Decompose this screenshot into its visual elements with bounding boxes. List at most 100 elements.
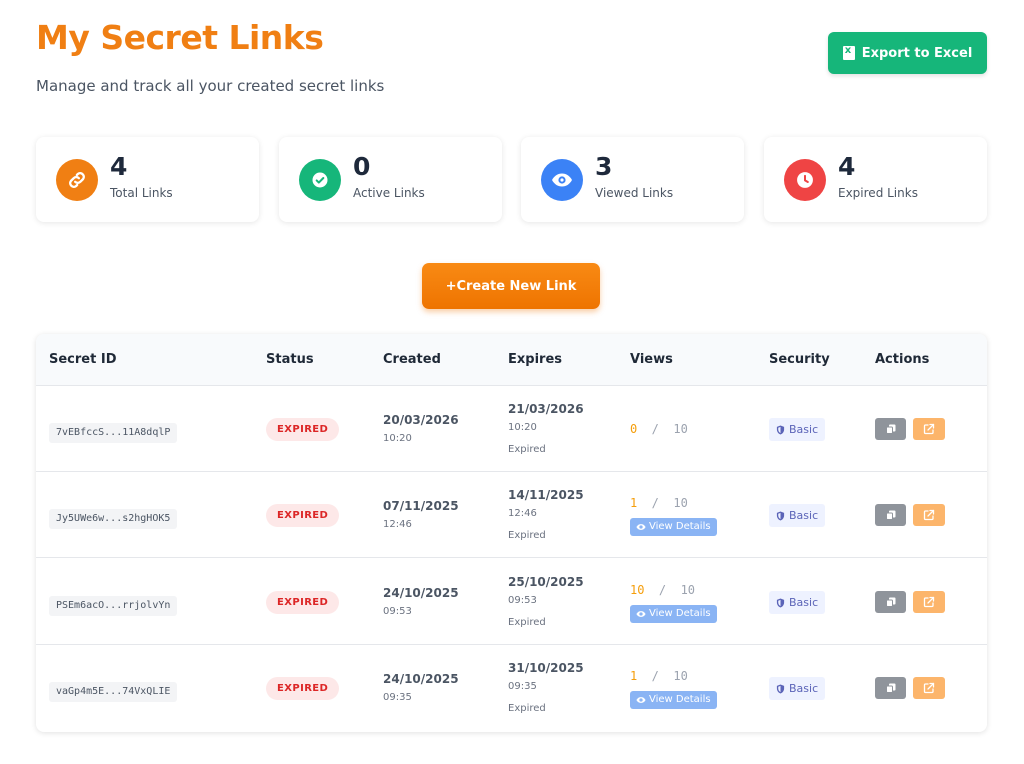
status-badge: EXPIRED — [266, 504, 340, 527]
table-row: vaGp4m5E...74VxQLIE EXPIRED 24/10/2025 09:3… — [36, 645, 987, 731]
external-link-icon — [923, 682, 935, 694]
created-date: 24/10/2025 — [383, 586, 459, 600]
column-header-expires: Expires — [508, 352, 562, 367]
expires-time: 12:46 — [508, 508, 537, 519]
open-link-button[interactable] — [913, 418, 945, 440]
shield-icon — [776, 684, 785, 693]
security-label: Basic — [789, 596, 819, 609]
view-details-label: View Details — [649, 694, 711, 705]
expires-time: 09:53 — [508, 595, 537, 606]
security-label: Basic — [789, 509, 819, 522]
copy-icon — [885, 510, 895, 520]
views-separator: / — [637, 669, 674, 683]
created-time: 12:46 — [383, 519, 412, 530]
views-max: 10 — [680, 583, 696, 597]
created-date: 20/03/2026 — [383, 413, 459, 427]
views-count: 1 / 10 — [630, 669, 688, 683]
external-link-icon — [923, 596, 935, 608]
views-count: 0 / 10 — [630, 422, 688, 436]
view-details-button[interactable]: View Details — [630, 691, 717, 709]
view-details-button[interactable]: View Details — [630, 518, 717, 536]
column-header-views: Views — [630, 352, 673, 367]
shield-icon — [776, 511, 785, 520]
page-subtitle: Manage and track all your created secret… — [36, 77, 385, 95]
expires-note: Expired — [508, 617, 546, 628]
status-badge: EXPIRED — [266, 591, 340, 614]
views-separator: / — [637, 422, 674, 436]
created-time: 10:20 — [383, 433, 412, 444]
security-badge: Basic — [769, 677, 826, 700]
stat-value: 4 — [110, 152, 128, 181]
column-header-actions: Actions — [875, 352, 930, 367]
excel-file-icon — [842, 45, 855, 60]
status-badge: EXPIRED — [266, 418, 340, 441]
expires-time: 09:35 — [508, 681, 537, 692]
expires-date: 21/03/2026 — [508, 402, 584, 416]
column-header-created: Created — [383, 352, 441, 367]
view-details-button[interactable]: View Details — [630, 605, 717, 623]
status-badge: EXPIRED — [266, 677, 340, 700]
shield-icon — [776, 598, 785, 607]
eye-icon — [636, 697, 646, 703]
secret-id: vaGp4m5E...74VxQLIE — [49, 682, 178, 702]
expires-note: Expired — [508, 703, 546, 714]
stat-card-total: 4 Total Links — [36, 137, 259, 222]
security-badge: Basic — [769, 418, 826, 441]
table-header: Secret ID Status Created Expires Views S… — [36, 334, 987, 386]
external-link-icon — [923, 423, 935, 435]
views-max: 10 — [673, 422, 688, 436]
views-count: 10 / 10 — [630, 583, 695, 597]
stat-card-active: 0 Active Links — [279, 137, 502, 222]
table-row: PSEm6acO...rrjolvYn EXPIRED 24/10/2025 09:5… — [36, 559, 987, 645]
stat-card-viewed: 3 Viewed Links — [521, 137, 744, 222]
stat-label: Viewed Links — [595, 186, 674, 200]
security-label: Basic — [789, 682, 819, 695]
stat-value: 0 — [353, 152, 371, 181]
copy-icon — [885, 424, 895, 434]
column-header-status: Status — [266, 352, 314, 367]
stat-label: Total Links — [110, 186, 173, 200]
expires-date: 25/10/2025 — [508, 575, 584, 589]
copy-link-button[interactable] — [875, 677, 906, 699]
expires-date: 31/10/2025 — [508, 661, 584, 675]
stat-value: 3 — [595, 152, 613, 181]
copy-link-button[interactable] — [875, 418, 906, 440]
stat-label: Expired Links — [838, 186, 918, 200]
view-details-label: View Details — [649, 608, 711, 619]
stat-value: 4 — [838, 152, 856, 181]
created-time: 09:53 — [383, 606, 412, 617]
copy-icon — [885, 683, 895, 693]
shield-icon — [776, 425, 785, 434]
expires-note: Expired — [508, 444, 546, 455]
view-details-label: View Details — [649, 521, 711, 532]
secret-id: 7vEBfccS...11A8dqlP — [49, 423, 178, 443]
eye-icon — [636, 611, 646, 617]
eye-icon — [636, 524, 646, 530]
table-row: Jy5UWe6w...s2hgHOK5 EXPIRED 07/11/2025 12:4… — [36, 472, 987, 558]
views-current: 10 — [630, 583, 645, 597]
views-separator: / — [644, 583, 681, 597]
stat-label: Active Links — [353, 186, 425, 200]
security-badge: Basic — [769, 591, 826, 614]
open-link-button[interactable] — [913, 591, 945, 613]
created-date: 07/11/2025 — [383, 499, 459, 513]
create-new-link-button[interactable]: +Create New Link — [422, 263, 600, 309]
created-time: 09:35 — [383, 692, 412, 703]
security-label: Basic — [789, 423, 819, 436]
table-row: 7vEBfccS...11A8dqlP EXPIRED 20/03/2026 10:2… — [36, 386, 987, 472]
open-link-button[interactable] — [913, 677, 945, 699]
export-to-excel-button[interactable]: Export to Excel — [828, 32, 987, 74]
security-badge: Basic — [769, 504, 826, 527]
clock-icon — [784, 159, 826, 201]
stat-card-expired: 4 Expired Links — [764, 137, 987, 222]
page-title: My Secret Links — [36, 18, 324, 57]
secret-id: Jy5UWe6w...s2hgHOK5 — [49, 509, 178, 529]
views-separator: / — [637, 496, 674, 510]
open-link-button[interactable] — [913, 504, 945, 526]
copy-link-button[interactable] — [875, 591, 906, 613]
check-circle-icon — [299, 159, 341, 201]
copy-link-button[interactable] — [875, 504, 906, 526]
expires-date: 14/11/2025 — [508, 488, 584, 502]
column-header-security: Security — [769, 352, 830, 367]
column-header-secret-id: Secret ID — [49, 352, 117, 367]
